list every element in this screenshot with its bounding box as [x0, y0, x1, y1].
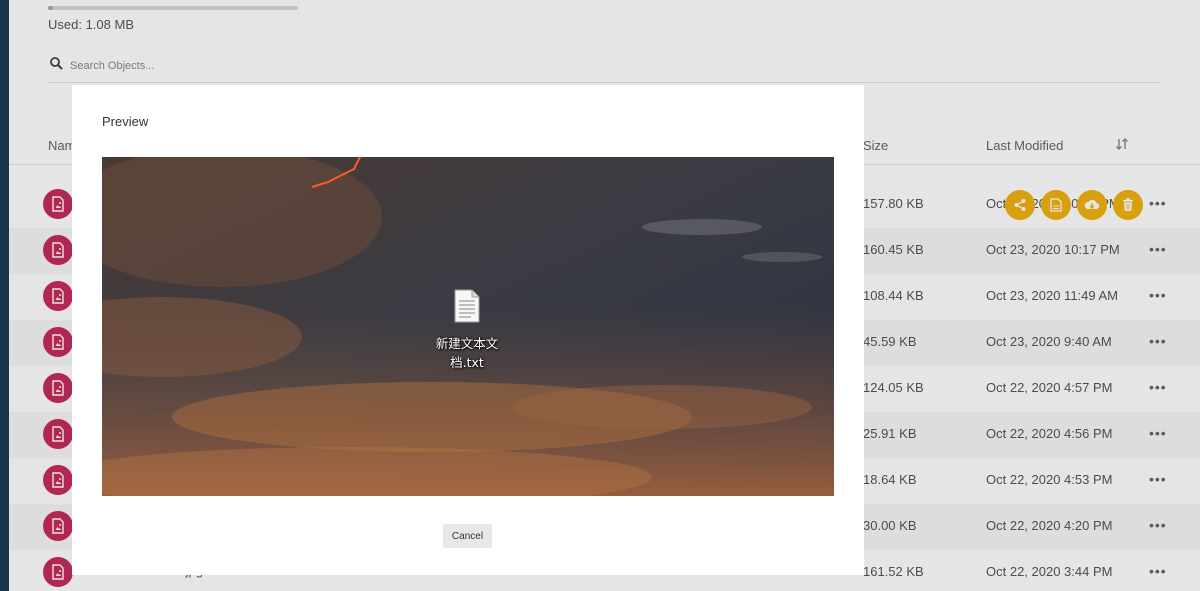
- modal-title: Preview: [102, 114, 149, 129]
- preview-modal: Preview 新建文本文档.txt Cancel: [72, 85, 864, 575]
- preview-file-label: 新建文本文档.txt: [435, 336, 499, 370]
- cancel-button[interactable]: Cancel: [443, 524, 492, 548]
- text-file-icon: [454, 289, 480, 323]
- preview-image: 新建文本文档.txt: [102, 157, 834, 496]
- preview-desktop-file: 新建文本文档.txt: [435, 289, 499, 372]
